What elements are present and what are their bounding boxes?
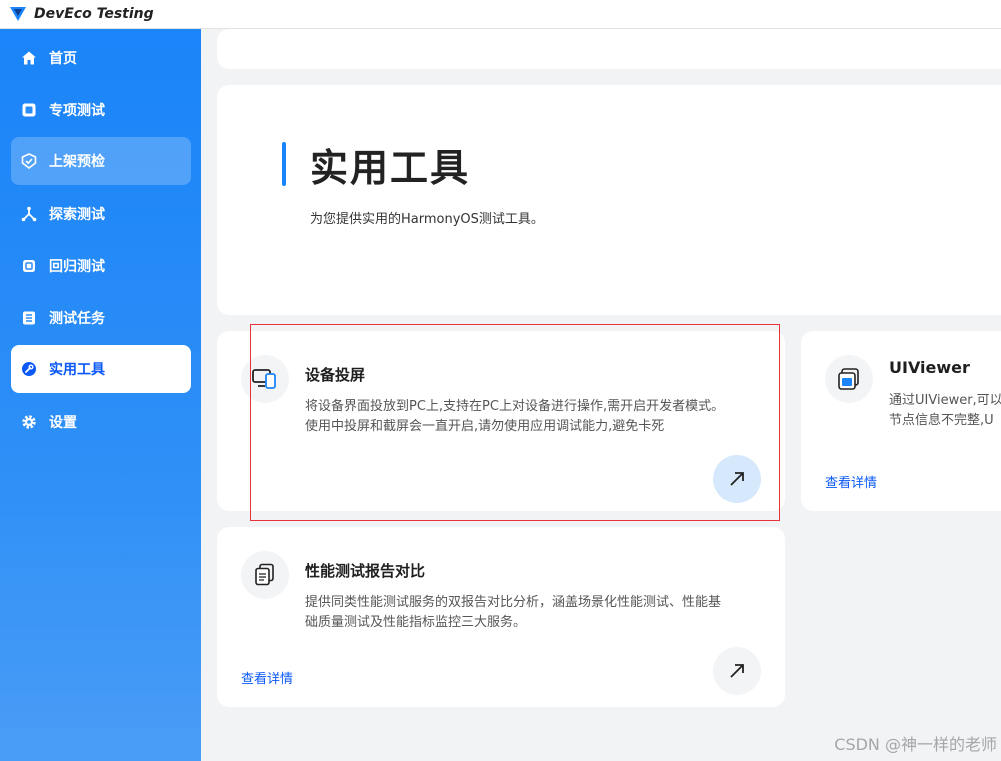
network-icon (21, 206, 37, 222)
sidebar-item-label: 首页 (49, 51, 77, 67)
sidebar-item-explore-test[interactable]: 探索测试 (11, 190, 191, 238)
sidebar-item-label: 探索测试 (49, 207, 105, 223)
tool-card-perf-report-compare[interactable]: 性能测试报告对比 提供同类性能测试服务的双报告对比分析，涵盖场景化性能测试、性能… (217, 527, 785, 707)
card-desc-line: 节点信息不完整,U (889, 413, 994, 428)
screen-cast-icon (241, 355, 289, 403)
view-details-link[interactable]: 查看详情 (241, 668, 293, 687)
app-title: DevEco Testing (34, 6, 154, 22)
page-header: 实用工具 为您提供实用的HarmonyOS测试工具。 (217, 85, 1001, 315)
page-title: 实用工具 (310, 146, 471, 190)
sidebar-item-special-test[interactable]: 专项测试 (11, 86, 191, 134)
card-desc-line: 将设备界面投放到PC上,支持在PC上对设备进行操作,需开启开发者模式。 (305, 399, 725, 414)
wrench-icon (21, 361, 37, 377)
watermark-text: CSDN @神一样的老师 (834, 735, 997, 754)
card-title: 设备投屏 (305, 366, 366, 384)
list-icon (21, 310, 37, 326)
card-description: 通过UIViewer,可以 节点信息不完整,U (889, 391, 1001, 431)
open-arrow-button[interactable] (713, 455, 761, 503)
sidebar-item-regression-test[interactable]: 回归测试 (11, 242, 191, 290)
arrow-up-right-icon (730, 472, 744, 486)
sidebar-item-label: 回归测试 (49, 259, 105, 275)
tool-card-uiviewer[interactable]: UIViewer 通过UIViewer,可以 节点信息不完整,U 查看详情 (801, 331, 1001, 511)
sidebar-item-settings[interactable]: 设置 (11, 398, 191, 446)
card-desc-line: 提供同类性能测试服务的双报告对比分析，涵盖场景化性能测试、性能基 (305, 595, 722, 610)
arrow-up-right-icon (730, 664, 744, 678)
copy-icon (21, 258, 37, 274)
shield-check-icon (21, 153, 37, 169)
title-accent-bar (282, 142, 286, 186)
open-arrow-button[interactable] (713, 647, 761, 695)
ui-window-icon (825, 355, 873, 403)
gear-icon (21, 414, 37, 430)
sidebar-item-label: 设置 (49, 415, 77, 431)
card-desc-line: 础质量测试及性能指标监控三大服务。 (305, 615, 527, 630)
sidebar-item-label: 专项测试 (49, 103, 105, 119)
sidebar-item-label: 实用工具 (49, 362, 105, 378)
card-title: 性能测试报告对比 (305, 562, 426, 580)
title-bar: DevEco Testing (0, 0, 1001, 29)
sidebar: 首页 专项测试 上架预检 探索测试 回归测试 测试任务 实用工具 设置 (0, 29, 201, 761)
sidebar-item-label: 上架预检 (49, 154, 105, 170)
card-description: 提供同类性能测试服务的双报告对比分析，涵盖场景化性能测试、性能基 础质量测试及性… (305, 593, 765, 633)
card-desc-line: 使用中投屏和截屏会一直开启,请勿使用应用调试能力,避免卡死 (305, 419, 665, 434)
report-compare-icon (241, 551, 289, 599)
sidebar-item-test-tasks[interactable]: 测试任务 (11, 294, 191, 342)
sidebar-item-utility-tools[interactable]: 实用工具 (11, 345, 191, 393)
tool-card-screen-cast[interactable]: 设备投屏 将设备界面投放到PC上,支持在PC上对设备进行操作,需开启开发者模式。… (217, 331, 785, 511)
card-title: UIViewer (889, 358, 970, 377)
sidebar-item-label: 测试任务 (49, 311, 105, 327)
top-toolbar-panel (217, 29, 1001, 69)
sidebar-item-home[interactable]: 首页 (11, 34, 191, 82)
page-subtitle: 为您提供实用的HarmonyOS测试工具。 (310, 212, 544, 227)
view-details-link[interactable]: 查看详情 (825, 472, 877, 491)
deveco-logo-icon (10, 7, 26, 21)
sidebar-item-precheck[interactable]: 上架预检 (11, 137, 191, 185)
square-icon (21, 102, 37, 118)
card-desc-line: 通过UIViewer,可以 (889, 393, 1001, 408)
card-description: 将设备界面投放到PC上,支持在PC上对设备进行操作,需开启开发者模式。 使用中投… (305, 397, 765, 437)
home-icon (21, 50, 37, 66)
